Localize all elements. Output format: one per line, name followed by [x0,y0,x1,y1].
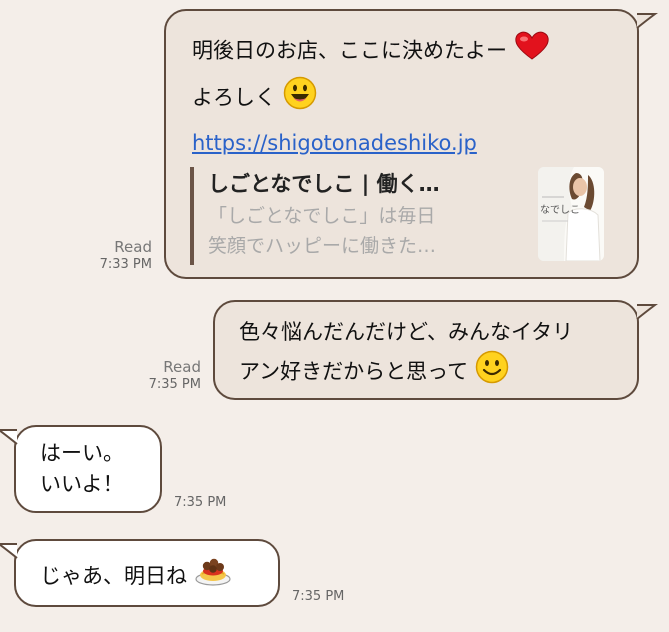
timestamp: 7:35 PM [292,589,345,604]
timestamp: 7:35 PM [174,495,227,510]
link-preview-thumbnail: なでしこ [538,167,604,261]
message-meta: Read 7:33 PM [60,238,152,274]
message-line: 色々悩んだんだけど、みんなイタリ [239,320,574,344]
link-preview-thumbnail-text: なでしこ [540,205,580,216]
message-text: 明後日のお店、ここに決めたよー よろしく https://shigotonade… [192,31,550,161]
read-receipt: Read [163,358,201,376]
message-text: 色々悩んだんだけど、みんなイタリ アン好きだからと思って [239,314,573,395]
message-line: アン好きだからと思って [239,359,469,384]
message-text: じゃあ、明日ね [40,554,232,600]
link-preview-card[interactable]: しごとなでしこ | 働く… 「しごとなでしこ」は毎日 笑顔でハッピーに働きた… [190,167,590,265]
message-line: じゃあ、明日ね [40,564,187,588]
link-preview-description: 笑顔でハッピーに働きた… [208,235,437,257]
bubble-tail [0,429,18,445]
read-receipt: Read [114,238,152,256]
link-preview-description: 「しごとなでしこ」は毎日 [208,205,436,227]
smiling-face-icon [475,350,509,395]
message-line: 明後日のお店、ここに決めたよー [192,38,507,63]
message-link[interactable]: https://shigotonadeshiko.jp [192,131,477,155]
bubble-tail [0,543,18,559]
timestamp: 7:33 PM [99,257,152,272]
red-heart-icon [514,31,550,72]
timestamp: 7:35 PM [148,377,201,392]
message-line: よろしく [192,85,276,110]
message-meta: Read 7:35 PM [108,358,201,394]
spaghetti-icon [194,554,232,600]
bubble-tail [636,13,658,29]
message-line: いいよ！ [40,472,124,496]
link-preview-title: しごとなでしこ | 働く… [208,172,440,196]
message-bubble-received[interactable]: はーい。 いいよ！ [14,425,162,513]
grinning-face-icon [283,76,317,121]
message-text: はーい。 いいよ！ [40,438,124,500]
bubble-tail [636,304,658,320]
message-bubble-received[interactable]: じゃあ、明日ね [14,539,280,607]
message-line: はーい。 [40,441,124,465]
message-bubble-sent[interactable]: 色々悩んだんだけど、みんなイタリ アン好きだからと思って [213,300,639,400]
message-bubble-sent[interactable]: 明後日のお店、ここに決めたよー よろしく https://shigotonade… [164,9,639,279]
